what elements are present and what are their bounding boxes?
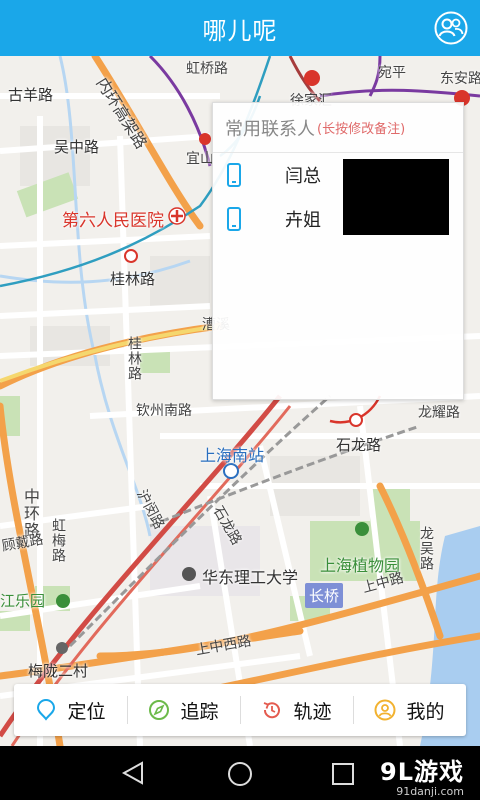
contacts-title: 常用联系人	[225, 118, 315, 140]
map-label-dongan: 东安路	[440, 71, 480, 87]
contact-name: 卉姐	[285, 210, 321, 231]
map-label-hongqiaolu: 虹桥路	[186, 61, 228, 77]
map-label-jiangle: 江乐园	[0, 592, 46, 610]
user-icon	[374, 699, 396, 721]
map-label-sixth-hospital: 第六人民医院	[62, 211, 164, 231]
nav-label: 定位	[67, 700, 106, 723]
contact-name: 闫总	[285, 166, 321, 187]
map-label-shanghai-south: 上海南站	[200, 446, 265, 465]
redacted-block	[343, 159, 449, 235]
phone-icon	[227, 163, 241, 187]
watermark-url: 91danji.com	[396, 785, 464, 798]
contacts-icon[interactable]	[434, 11, 468, 45]
map-label-wuzhong: 吴中路	[54, 138, 100, 156]
map-label-qinzhou: 钦州南路	[136, 403, 192, 419]
map-label-shilong: 石龙路	[336, 436, 382, 454]
bottom-nav: 定位 追踪 轨迹 我的	[14, 684, 466, 736]
map-label-changqiao: 长桥	[305, 583, 344, 608]
watermark: 9L游戏 91danji.com	[380, 752, 464, 798]
nav-label: 追踪	[180, 700, 219, 723]
nav-track-button[interactable]: 追踪	[127, 684, 240, 736]
contacts-popup: 常用联系人 (长按修改备注) 闫总 卉姐	[212, 102, 464, 400]
contacts-hint: (长按修改备注)	[317, 122, 406, 137]
map-label-longwu: 龙吴路	[418, 526, 434, 571]
map-label-gubeilu: 古羊路	[8, 86, 54, 104]
recent-apps-icon[interactable]	[330, 761, 356, 787]
map-label-ecust: 华东理工大学	[202, 568, 299, 587]
nav-label: 我的	[406, 700, 445, 723]
location-pin-icon	[37, 699, 56, 721]
map-label-yishan: 宜山	[186, 151, 214, 167]
map-label-wanping: 宛平	[378, 65, 406, 81]
compass-icon	[149, 700, 170, 720]
map-label-guilinlu-vertical: 桂林路	[126, 336, 142, 381]
map-label-huamei: 虹梅路	[50, 518, 66, 563]
nav-mine-button[interactable]: 我的	[353, 684, 466, 736]
history-icon	[264, 702, 281, 719]
map-label-meilong: 梅陇二村	[28, 662, 89, 680]
app-title: 哪儿呢	[202, 16, 278, 45]
home-icon[interactable]	[226, 760, 254, 788]
watermark-logo: 9L游戏	[380, 758, 464, 786]
back-icon[interactable]	[120, 761, 146, 785]
nav-trajectory-button[interactable]: 轨迹	[240, 684, 353, 736]
map-label-longyao: 龙耀路	[418, 405, 460, 421]
phone-icon	[227, 207, 241, 231]
nav-label: 轨迹	[293, 700, 332, 723]
contacts-header: 常用联系人 (长按修改备注)	[213, 103, 463, 153]
map-label-guilin: 桂林路	[110, 270, 156, 288]
title-bar: 哪儿呢	[0, 0, 480, 56]
nav-locate-button[interactable]: 定位	[14, 684, 127, 736]
